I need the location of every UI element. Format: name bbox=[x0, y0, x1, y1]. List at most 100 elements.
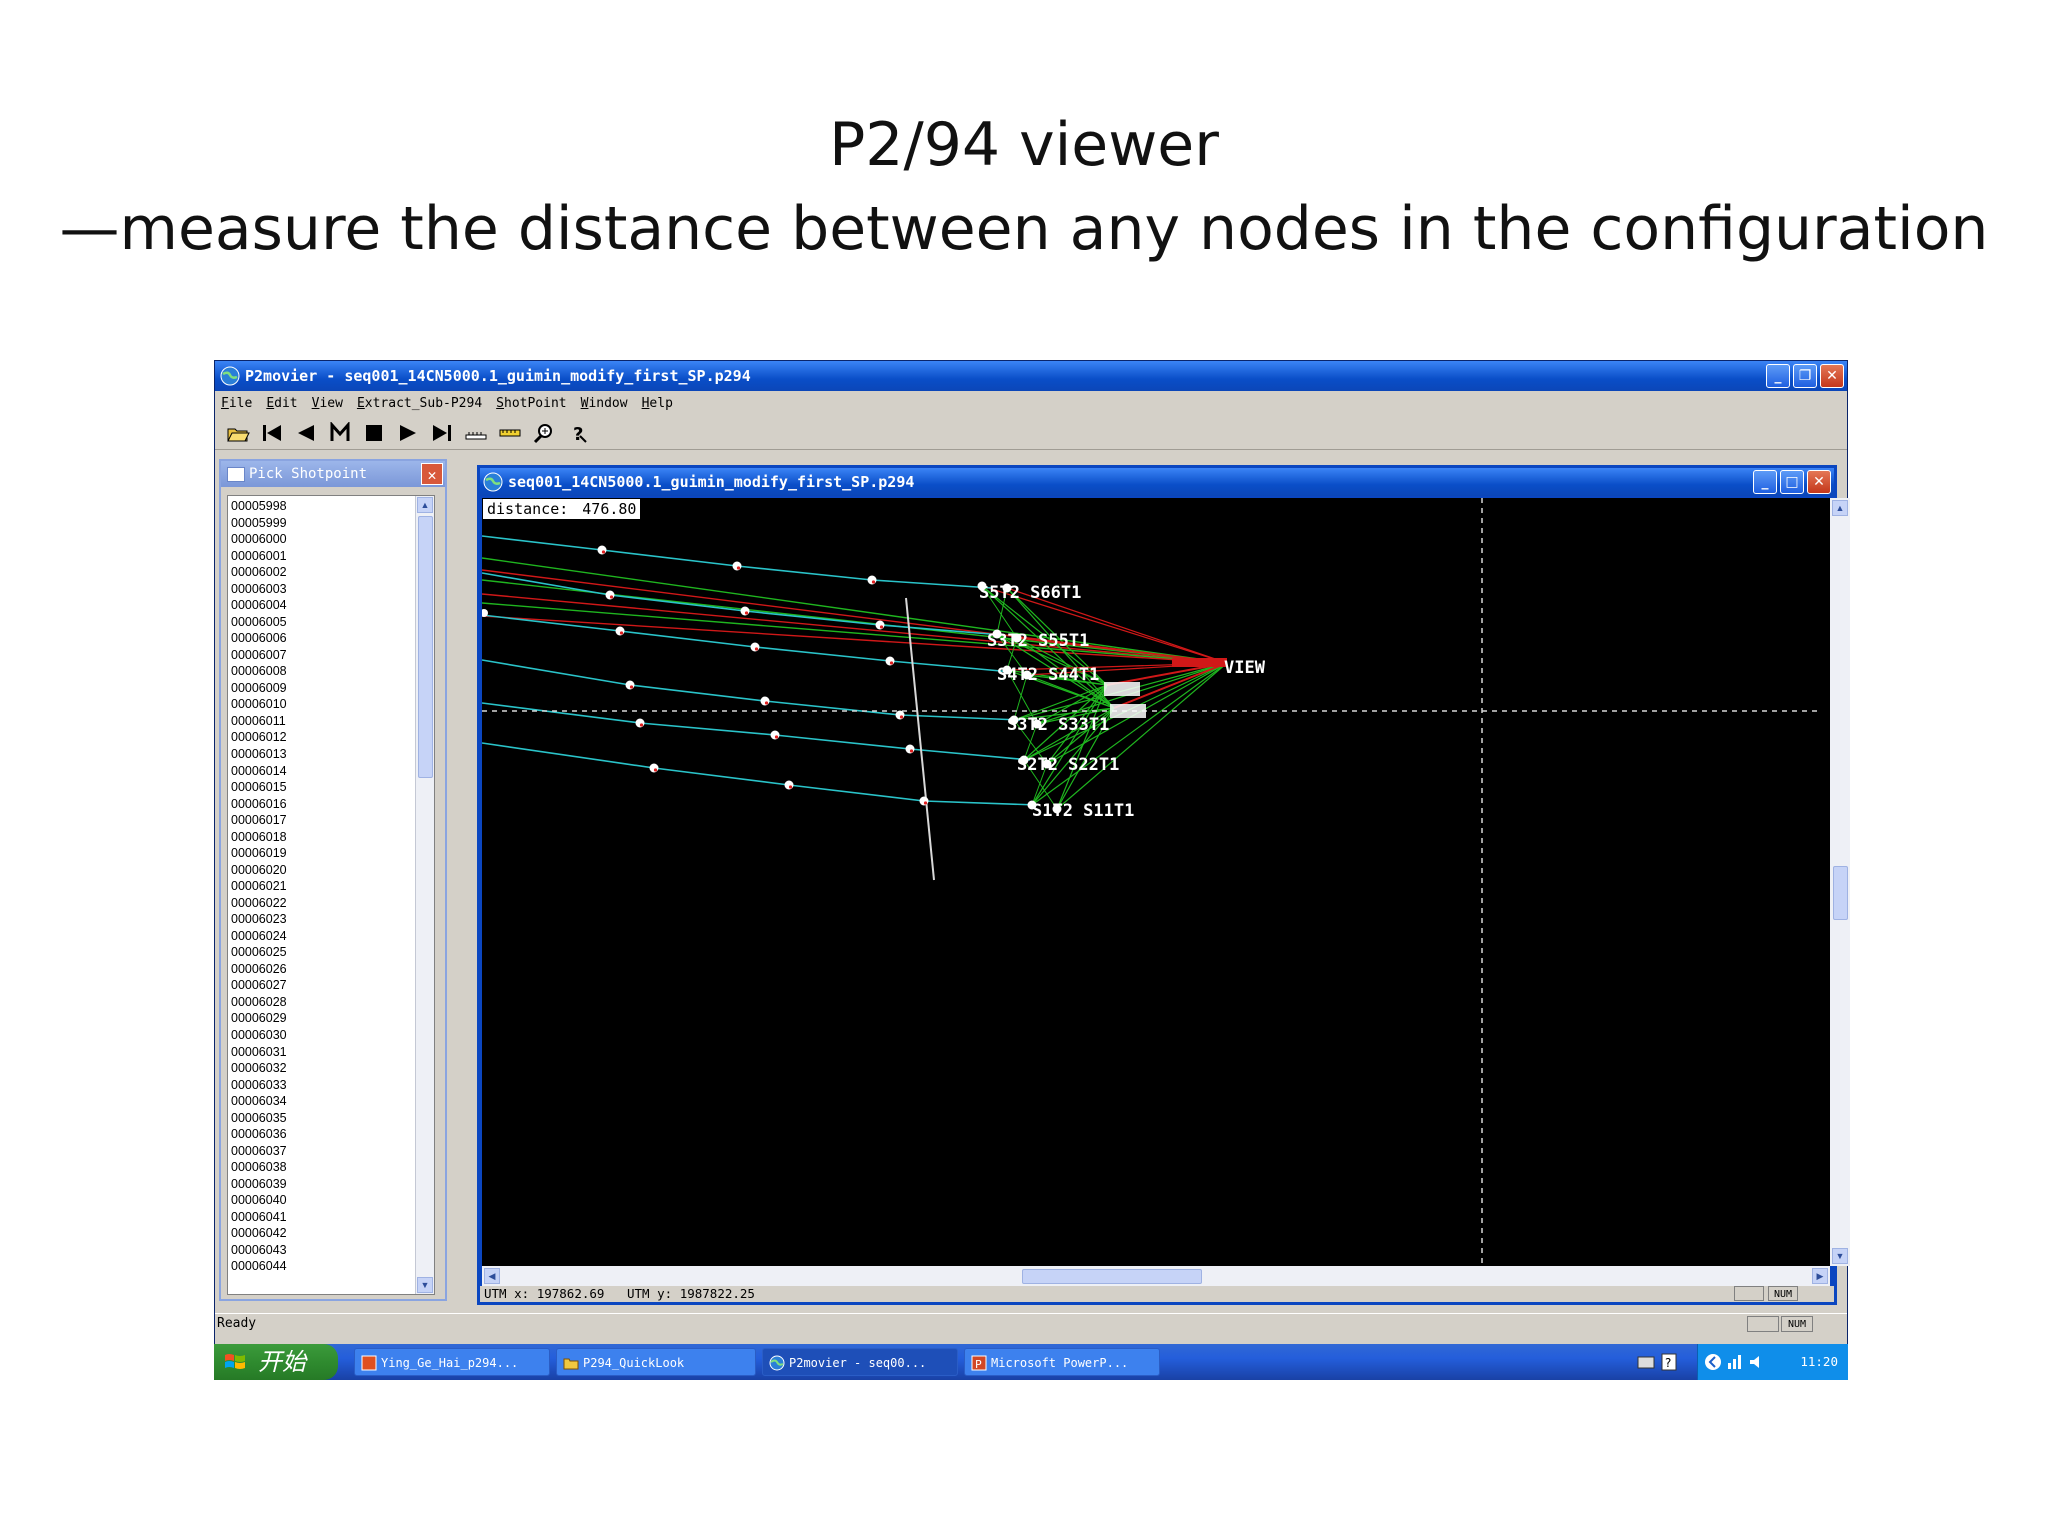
menu-window[interactable]: Window bbox=[581, 393, 628, 415]
viewer-vscroll-thumb[interactable] bbox=[1833, 866, 1848, 920]
viewer-close-button[interactable]: ✕ bbox=[1807, 470, 1831, 494]
shotpoint-item[interactable]: 00006040 bbox=[231, 1192, 287, 1209]
viewer-hscroll-thumb[interactable] bbox=[1022, 1269, 1202, 1284]
menu-view[interactable]: View bbox=[312, 393, 343, 415]
menu-edit[interactable]: Edit bbox=[266, 393, 297, 415]
shotpoint-item[interactable]: 00006017 bbox=[231, 812, 287, 829]
list-scroll-down-icon[interactable]: ▼ bbox=[417, 1277, 433, 1293]
task-powerpoint[interactable]: P Microsoft PowerP... bbox=[964, 1348, 1160, 1376]
configuration-plot[interactable]: S5T2 S66T1 S3T2 S55T1 S4T2 S44T1 S3T2 S33T1… bbox=[482, 498, 1830, 1266]
shotpoint-item[interactable]: 00006039 bbox=[231, 1176, 287, 1193]
zoom-button[interactable] bbox=[529, 419, 559, 447]
pick-close-button[interactable]: ✕ bbox=[421, 463, 443, 485]
shotpoint-item[interactable]: 00006036 bbox=[231, 1126, 287, 1143]
shotpoint-item[interactable]: 00006028 bbox=[231, 994, 287, 1011]
viewer-titlebar[interactable]: seq001_14CN5000.1_guimin_modify_first_SP… bbox=[480, 468, 1834, 496]
shotpoint-item[interactable]: 00006029 bbox=[231, 1010, 287, 1027]
viewer-scroll-down-icon[interactable]: ▼ bbox=[1832, 1248, 1848, 1264]
shotpoint-item[interactable]: 00006016 bbox=[231, 796, 287, 813]
start-button[interactable]: 开始 bbox=[214, 1344, 338, 1380]
shotpoint-item[interactable]: 00005998 bbox=[231, 498, 287, 515]
shotpoint-item[interactable]: 00006042 bbox=[231, 1225, 287, 1242]
shotpoint-item[interactable]: 00006014 bbox=[231, 763, 287, 780]
shotpoint-item[interactable]: 00006038 bbox=[231, 1159, 287, 1176]
shotpoint-item[interactable]: 00006034 bbox=[231, 1093, 287, 1110]
shotpoint-item[interactable]: 00006021 bbox=[231, 878, 287, 895]
restore-button[interactable]: ❐ bbox=[1793, 364, 1817, 388]
list-scroll-up-icon[interactable]: ▲ bbox=[417, 497, 433, 513]
shotpoint-item[interactable]: 00006018 bbox=[231, 829, 287, 846]
prev-button[interactable] bbox=[291, 419, 321, 447]
shotpoint-item[interactable]: 00006019 bbox=[231, 845, 287, 862]
shotpoint-item[interactable]: 00006012 bbox=[231, 729, 287, 746]
shotpoint-item[interactable]: 00006033 bbox=[231, 1077, 287, 1094]
shotpoint-item[interactable]: 00006030 bbox=[231, 1027, 287, 1044]
plot-canvas[interactable]: S5T2 S66T1 S3T2 S55T1 S4T2 S44T1 S3T2 S33T1… bbox=[482, 498, 1830, 1266]
quicklaunch-icons[interactable]: ? bbox=[1636, 1353, 1696, 1371]
shotpoint-item[interactable]: 00006044 bbox=[231, 1258, 287, 1275]
shotpoint-item[interactable]: 00006009 bbox=[231, 680, 287, 697]
viewer-vertical-scrollbar[interactable]: ▲ ▼ bbox=[1830, 498, 1850, 1266]
menu-shotpoint[interactable]: ShotPoint bbox=[496, 393, 566, 415]
viewer-scroll-up-icon[interactable]: ▲ bbox=[1832, 500, 1848, 516]
list-scroll-thumb[interactable] bbox=[418, 516, 433, 778]
viewer-horizontal-scrollbar[interactable]: ◀ ▶ bbox=[482, 1266, 1830, 1286]
viewer-scroll-right-icon[interactable]: ▶ bbox=[1812, 1268, 1828, 1284]
shotpoint-item[interactable]: 00006000 bbox=[231, 531, 287, 548]
tray-arrow-icon[interactable] bbox=[1704, 1353, 1722, 1371]
shotpoint-item[interactable]: 00006031 bbox=[231, 1044, 287, 1061]
shotpoint-item[interactable]: 00006004 bbox=[231, 597, 287, 614]
shotpoint-item[interactable]: 00006020 bbox=[231, 862, 287, 879]
close-button[interactable]: ✕ bbox=[1820, 364, 1844, 388]
menu-file[interactable]: File bbox=[221, 393, 252, 415]
play-button[interactable] bbox=[393, 419, 423, 447]
shotpoint-item[interactable]: 00006011 bbox=[231, 713, 287, 730]
shotpoint-item[interactable]: 00006006 bbox=[231, 630, 287, 647]
shotpoint-item[interactable]: 00006013 bbox=[231, 746, 287, 763]
mark-button[interactable] bbox=[325, 419, 355, 447]
app-titlebar[interactable]: P2movier - seq001_14CN5000.1_guimin_modi… bbox=[215, 361, 1847, 391]
open-button[interactable] bbox=[223, 419, 253, 447]
shotpoint-item[interactable]: 00006027 bbox=[231, 977, 287, 994]
shotpoint-item[interactable]: 00006010 bbox=[231, 696, 287, 713]
shotpoint-item[interactable]: 00006041 bbox=[231, 1209, 287, 1226]
pick-shotpoint-titlebar[interactable]: Pick Shotpoint ✕ bbox=[221, 461, 445, 487]
viewer-minimize-button[interactable]: _ bbox=[1753, 470, 1777, 494]
shotpoint-item[interactable]: 00006024 bbox=[231, 928, 287, 945]
shotpoint-item[interactable]: 00006023 bbox=[231, 911, 287, 928]
help-button[interactable]: ? bbox=[563, 419, 593, 447]
shotpoint-item[interactable]: 00006043 bbox=[231, 1242, 287, 1259]
shotpoint-item[interactable]: 00006037 bbox=[231, 1143, 287, 1160]
shotpoint-item[interactable]: 00005999 bbox=[231, 515, 287, 532]
shotpoint-item[interactable]: 00006022 bbox=[231, 895, 287, 912]
minimize-button[interactable]: _ bbox=[1766, 364, 1790, 388]
measure-button[interactable] bbox=[495, 419, 525, 447]
stop-button[interactable] bbox=[359, 419, 389, 447]
last-button[interactable] bbox=[427, 419, 457, 447]
task-p294-quicklook[interactable]: P294_QuickLook bbox=[556, 1348, 756, 1376]
viewer-scroll-left-icon[interactable]: ◀ bbox=[484, 1268, 500, 1284]
shotpoint-item[interactable]: 00006032 bbox=[231, 1060, 287, 1077]
shotpoint-item[interactable]: 00006025 bbox=[231, 944, 287, 961]
shotpoint-item[interactable]: 00006035 bbox=[231, 1110, 287, 1127]
shotpoint-item[interactable]: 00006003 bbox=[231, 581, 287, 598]
volume-icon[interactable] bbox=[1748, 1353, 1766, 1371]
menu-extract[interactable]: Extract_Sub-P294 bbox=[357, 393, 482, 415]
list-scrollbar[interactable]: ▲ ▼ bbox=[415, 496, 434, 1294]
shotpoint-item[interactable]: 00006008 bbox=[231, 663, 287, 680]
last-icon bbox=[433, 425, 451, 441]
shotpoint-item[interactable]: 00006005 bbox=[231, 614, 287, 631]
shotpoint-item[interactable]: 00006007 bbox=[231, 647, 287, 664]
task-p2movier[interactable]: P2movier - seq00... bbox=[762, 1348, 958, 1376]
first-button[interactable] bbox=[257, 419, 287, 447]
shotpoint-item[interactable]: 00006001 bbox=[231, 548, 287, 565]
shotpoint-list[interactable]: 00005998 00005999 00006000 00006001 00006002… bbox=[227, 495, 435, 1295]
task-ying-ge-hai[interactable]: Ying_Ge_Hai_p294... bbox=[354, 1348, 550, 1376]
shotpoint-item[interactable]: 00006015 bbox=[231, 779, 287, 796]
menu-help[interactable]: Help bbox=[642, 393, 673, 415]
shotpoint-item[interactable]: 00006026 bbox=[231, 961, 287, 978]
ruler-button[interactable] bbox=[461, 419, 491, 447]
shotpoint-item[interactable]: 00006002 bbox=[231, 564, 287, 581]
network-icon[interactable] bbox=[1726, 1353, 1744, 1371]
viewer-maximize-button[interactable]: □ bbox=[1780, 470, 1804, 494]
